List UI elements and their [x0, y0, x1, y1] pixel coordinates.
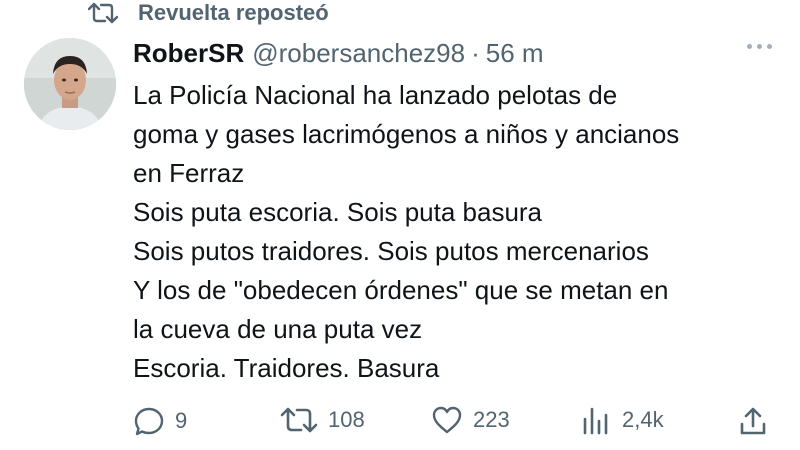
- tweet-header: RoberSR @robersanchez98 · 56 m: [133, 36, 544, 70]
- share-icon: [740, 407, 766, 435]
- reply-icon: [134, 407, 164, 436]
- like-count: 223: [473, 407, 510, 432]
- tweet-text-line: goma y gases lacrimógenos a niños y anci…: [133, 119, 680, 149]
- tweet-text-line: en Ferraz: [133, 158, 245, 188]
- more-dot: [757, 44, 762, 49]
- repost-indicator[interactable]: Revuelta reposteó: [88, 0, 329, 26]
- views-count: 2,4k: [622, 407, 664, 432]
- more-dot: [767, 44, 772, 49]
- tweet[interactable]: Revuelta reposteó RoberSR @robersanchez9…: [0, 0, 800, 450]
- tweet-text-line: Y los de "obedecen órdenes" que se metan…: [133, 275, 669, 305]
- repost-icon: [280, 407, 318, 433]
- like-button[interactable]: 223: [431, 405, 510, 435]
- repost-label: Revuelta reposteó: [138, 0, 329, 25]
- separator-dot: ·: [471, 37, 480, 68]
- action-bar: 9 108 223 2,4k: [133, 405, 773, 445]
- repost-button[interactable]: 108: [280, 405, 365, 435]
- heart-icon: [432, 406, 462, 434]
- share-button[interactable]: [737, 405, 779, 437]
- more-options-icon[interactable]: [747, 44, 772, 49]
- views-icon: [583, 407, 608, 435]
- more-dot: [747, 44, 752, 49]
- tweet-text-line: Sois putos traidores. Sois putos mercena…: [133, 236, 649, 266]
- avatar-photo: [24, 38, 116, 130]
- timestamp[interactable]: 56 m: [486, 38, 544, 69]
- tweet-text-line: La Policía Nacional ha lanzado pelotas d…: [133, 80, 618, 110]
- reply-button[interactable]: 9: [133, 405, 187, 437]
- tweet-text-line: la cueva de una puta vez: [133, 314, 423, 344]
- avatar[interactable]: [24, 38, 116, 130]
- tweet-text-line: Sois puta escoria. Sois puta basura: [133, 197, 543, 227]
- author-handle[interactable]: @robersanchez98: [252, 38, 465, 69]
- repost-icon: [88, 2, 118, 24]
- repost-count: 108: [328, 407, 365, 432]
- views-button[interactable]: 2,4k: [580, 405, 664, 435]
- tweet-text-line: Escoria. Traidores. Basura: [133, 353, 440, 383]
- author-name[interactable]: RoberSR: [133, 38, 244, 69]
- reply-count: 9: [175, 408, 188, 433]
- tweet-text: La Policía Nacional ha lanzado pelotas d…: [133, 76, 783, 388]
